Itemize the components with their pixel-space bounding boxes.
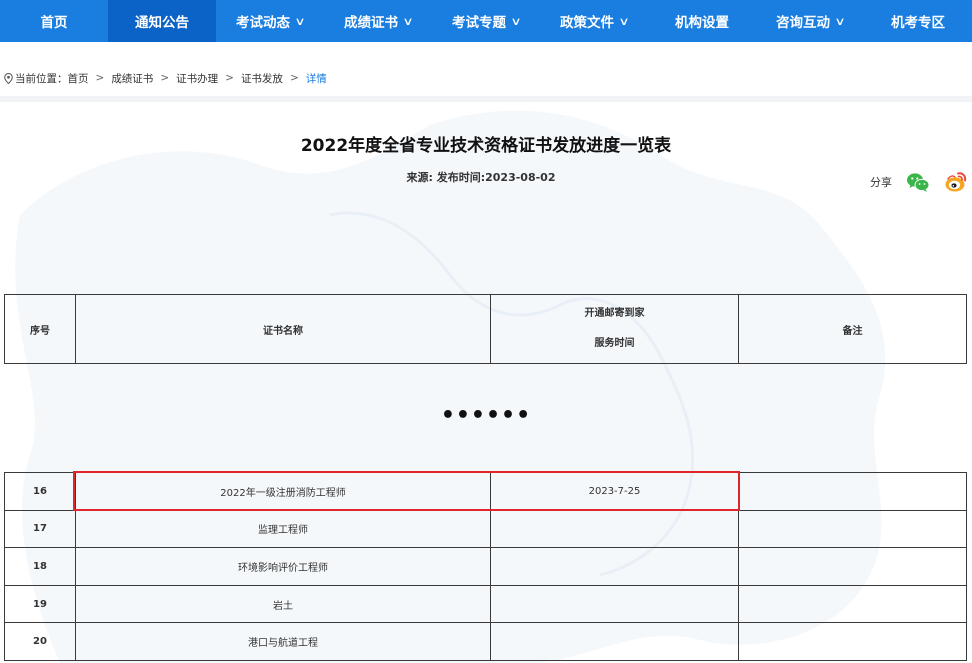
nav-item-8[interactable]: 机考专区	[864, 0, 972, 42]
nav-item-5[interactable]: 政策文件 ∨	[540, 0, 648, 42]
weibo-icon[interactable]	[944, 170, 968, 194]
breadcrumb-separator: >	[289, 72, 299, 84]
nav-item-label: 通知公告	[135, 15, 189, 31]
chevron-down-icon: ∨	[834, 14, 846, 28]
wechat-icon[interactable]	[906, 170, 930, 194]
breadcrumb-item[interactable]: 证书办理	[176, 71, 218, 86]
cell-name: 监理工程师	[75, 509, 491, 549]
nav-item-label: 考试动态	[235, 15, 290, 31]
cell-time	[490, 509, 739, 549]
header-divider	[0, 96, 972, 102]
nav-item-label: 咨询互动	[775, 15, 830, 31]
chevron-down-icon: ∨	[294, 14, 306, 28]
table-header: 序号 证书名称 开通邮寄到家 服务时间 备注	[4, 294, 967, 364]
chevron-down-icon: ∨	[510, 14, 522, 28]
certificate-table: 16 2022年一级注册消防工程师 2023-7-25 17 监理工程师 18 环境影响评价…	[4, 472, 967, 661]
article-title: 2022年度全省专业技术资格证书发放进度一览表	[300, 136, 672, 156]
cell-time	[490, 547, 739, 586]
nav-item-label: 考试专题	[451, 15, 506, 31]
omitted-rows-ellipsis: ••••••	[440, 403, 532, 428]
cell-index: 18	[4, 547, 76, 586]
cell-name: 岩土	[75, 584, 491, 624]
cell-name: 2022年一级注册消防工程师	[75, 472, 491, 511]
header-index: 序号	[4, 294, 76, 364]
cell-name: 港口与航道工程	[75, 622, 491, 661]
cell-note	[738, 584, 967, 624]
cell-note	[738, 547, 967, 586]
breadcrumb-item[interactable]: 首页	[68, 71, 89, 86]
nav-item-6[interactable]: 机构设置	[648, 0, 756, 42]
nav-item-4[interactable]: 考试专题 ∨	[432, 0, 540, 42]
breadcrumb: 当前位置： 首页 > 成绩证书 > 证书办理 > 证书发放 > 详情	[4, 70, 327, 86]
header-name: 证书名称	[75, 294, 491, 364]
nav-item-7[interactable]: 咨询互动 ∨	[756, 0, 864, 42]
table-row: 16 2022年一级注册消防工程师 2023-7-25	[4, 472, 967, 511]
cell-index: 20	[4, 622, 76, 661]
breadcrumb-item[interactable]: 成绩证书	[111, 71, 153, 86]
nav-item-2[interactable]: 考试动态 ∨	[216, 0, 324, 42]
location-pin-icon	[4, 72, 13, 84]
nav-item-0[interactable]: 首页	[0, 0, 108, 42]
cell-time	[490, 622, 739, 661]
share-label: 分享	[870, 176, 892, 189]
nav-item-1[interactable]: 通知公告	[108, 0, 216, 42]
header-time-line2: 服务时间	[594, 338, 635, 349]
breadcrumb-separator: >	[95, 72, 105, 84]
nav-item-label: 政策文件	[559, 15, 614, 31]
share-bar: 分享	[870, 170, 968, 194]
nav-item-label: 机构设置	[675, 15, 729, 31]
table-row: 20 港口与航道工程	[4, 622, 967, 661]
cell-note	[738, 509, 967, 549]
table-row: 18 环境影响评价工程师	[4, 547, 967, 586]
header-time: 开通邮寄到家 服务时间	[490, 294, 739, 364]
breadcrumb-prefix: 当前位置：	[15, 72, 68, 85]
breadcrumb-item[interactable]: 证书发放	[241, 71, 283, 86]
breadcrumb-item: 详情	[305, 72, 327, 85]
cell-index: 16	[4, 472, 76, 511]
cell-index: 17	[4, 509, 76, 549]
header-time-line1: 开通邮寄到家	[584, 308, 645, 319]
nav-item-label: 机考专区	[891, 15, 945, 31]
cell-note	[738, 622, 967, 661]
breadcrumb-separator: >	[160, 72, 170, 84]
cell-name: 环境影响评价工程师	[75, 547, 491, 586]
chevron-down-icon: ∨	[402, 14, 414, 28]
table-row: 19 岩土	[4, 584, 967, 624]
article-meta: 来源: 发布时间:2023-08-02	[406, 171, 556, 184]
chevron-down-icon: ∨	[618, 14, 630, 28]
header-note: 备注	[738, 294, 967, 364]
top-navigation-bar: 首页 通知公告 考试动态 ∨ 成绩证书 ∨ 考试专题 ∨ 政策文件 ∨ 机构设置 咨询互动 ∨ 机考专区	[0, 0, 972, 42]
cell-note	[738, 472, 967, 511]
nav-item-3[interactable]: 成绩证书 ∨	[324, 0, 432, 42]
table-row: 17 监理工程师	[4, 509, 967, 549]
cell-index: 19	[4, 584, 76, 624]
nav-item-label: 成绩证书	[343, 15, 398, 31]
nav-item-label: 首页	[40, 15, 68, 31]
cell-time: 2023-7-25	[490, 472, 739, 511]
cell-time	[490, 584, 739, 624]
breadcrumb-separator: >	[225, 72, 234, 84]
